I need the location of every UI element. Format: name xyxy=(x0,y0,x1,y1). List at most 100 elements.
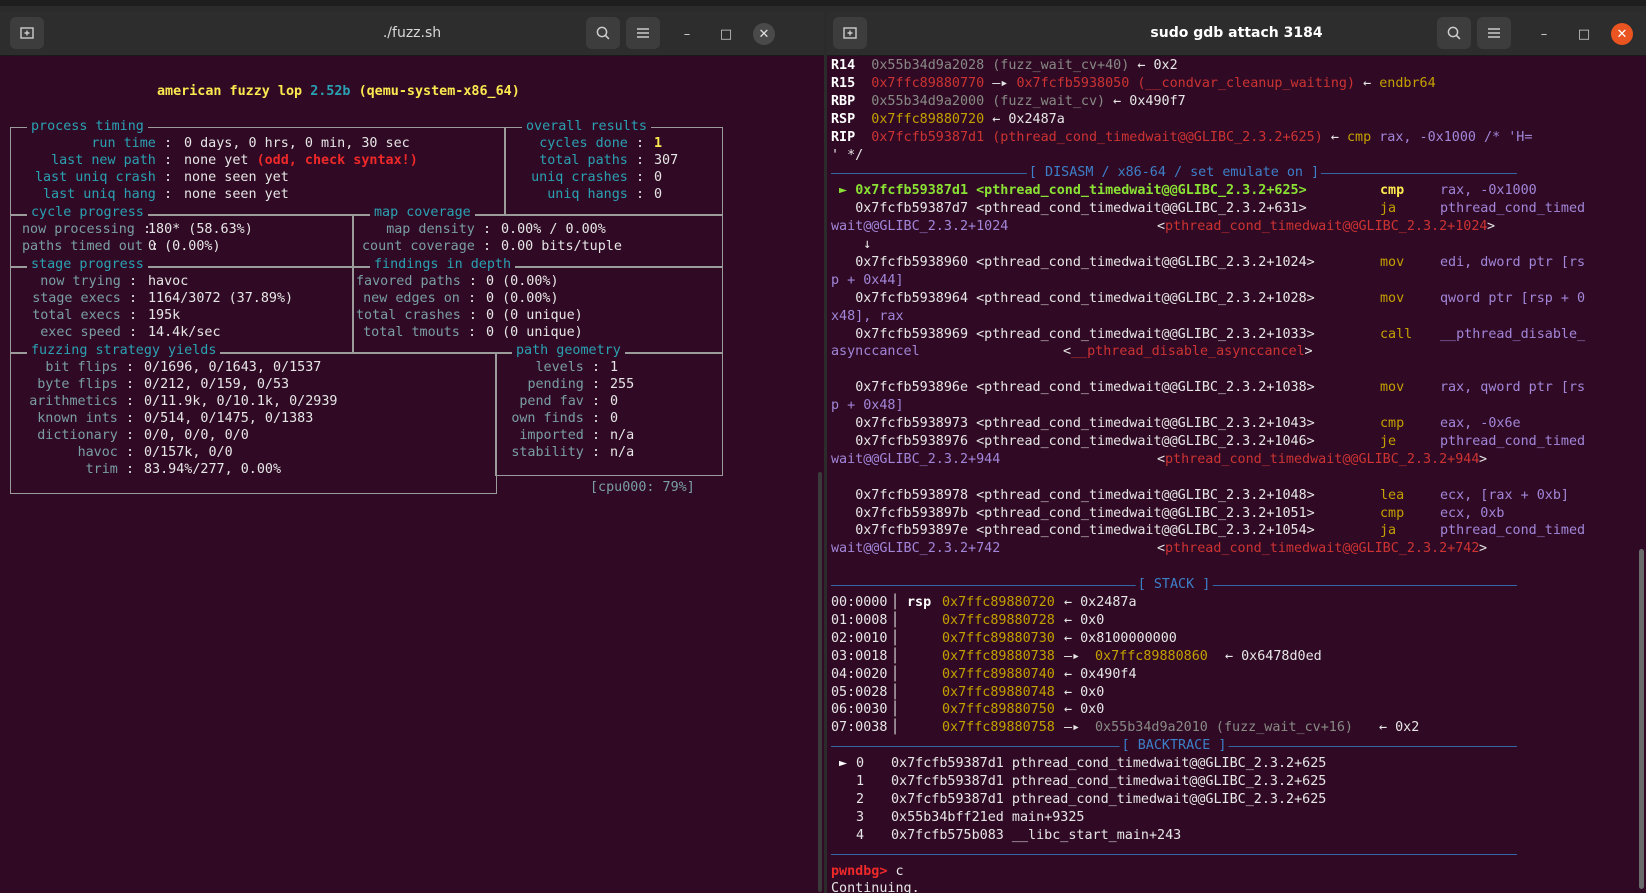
last-uniq-hang-label: last uniq hang : xyxy=(43,187,172,202)
hamburger-menu-icon[interactable] xyxy=(626,17,660,49)
stage-progress-legend: stage progress xyxy=(27,256,148,274)
titlebar[interactable]: sudo gdb attach 3184 – □ ✕ xyxy=(827,12,1646,56)
section-header: [ DISASM / x86-64 / set emulate on ] xyxy=(1026,164,1322,183)
instruction-args-wrap: wait@@GLIBC_2.3.2+742 xyxy=(831,541,1001,557)
blank xyxy=(831,361,839,379)
frame-number: 1 xyxy=(856,774,865,789)
arrow: ← xyxy=(1322,129,1347,145)
maximize-icon[interactable]: □ xyxy=(715,23,737,45)
arrow: ← xyxy=(984,111,1009,127)
stack-value: ← 0x2 xyxy=(1379,720,1420,736)
instruction-op: lea xyxy=(1380,487,1405,503)
text-segment xyxy=(831,792,855,807)
stack-row: 07:0038 │ 0x7ffc89880758 —▸ 0x55b34d9a2010 (… xyxy=(831,719,1419,737)
text-segment: │ xyxy=(891,612,900,628)
stack-offset: 03:0018 xyxy=(831,648,888,664)
disasm-row-wrap: x48], rax xyxy=(831,308,904,326)
total-paths-value: 307 xyxy=(654,153,679,168)
last-new-path-value: none yet (odd, check syntax!) xyxy=(184,153,418,168)
stage-execs-value: 1164/3072 (37.89%) xyxy=(148,291,294,306)
register-name: RIP xyxy=(831,129,856,145)
instruction-args: pthread_cond_timed xyxy=(1440,201,1586,217)
instruction-op: ja xyxy=(1380,201,1397,217)
text-segment xyxy=(831,255,855,270)
backtrace-row: 1 0x7fcfb59387d1 pthread_cond_timedwait@@… xyxy=(831,773,1326,791)
known-ints-value: 0/514, 0/1475, 0/1383 xyxy=(144,411,314,426)
backtrace-row: 2 0x7fcfb59387d1 pthread_cond_timedwait@@… xyxy=(831,791,1326,809)
window-title: sudo gdb attach 3184 xyxy=(1150,25,1323,41)
text-segment: < xyxy=(1157,219,1166,235)
new-tab-icon[interactable] xyxy=(10,17,44,49)
branch-target: __pthread_disable_asynccancel xyxy=(1071,344,1305,360)
terminal-window-afl[interactable]: ./fuzz.sh – □ ✕ american fuzzy lop 2.52b… xyxy=(0,12,824,893)
uniq-hangs-value: 0 xyxy=(654,187,663,202)
register-args: rax, -0x1000 xyxy=(1371,129,1485,145)
register-value: 0x2 xyxy=(1153,58,1178,73)
register-pointer: 0x7fcfb5938050 (__condvar_cleanup_waitin… xyxy=(1016,75,1356,91)
text-segment: > xyxy=(1304,344,1313,360)
total-execs-label: total execs : xyxy=(32,308,137,323)
last-uniq-crash-value: none seen yet xyxy=(184,170,289,185)
run-time-value: 0 days, 0 hrs, 0 min, 30 sec xyxy=(184,136,410,151)
command-line: pwndbg> c xyxy=(831,863,904,881)
exec-speed-value: 14.4k/sec xyxy=(148,325,221,340)
count-coverage-value: 0.00 bits/tuple xyxy=(501,239,622,254)
arrow: —▸ xyxy=(1064,720,1081,736)
total-paths-label: total paths : xyxy=(539,153,644,168)
branch-target: pthread_cond_timedwait@@GLIBC_2.3.2+742 xyxy=(1165,541,1480,557)
backtrace-row-current: ► 0 0x7fcfb59387d1 pthread_cond_timedwait… xyxy=(831,755,1326,773)
instruction-op: je xyxy=(1380,433,1397,449)
trim-label: trim : xyxy=(85,462,134,477)
search-icon[interactable] xyxy=(586,17,620,49)
frame-address: 0x7fcfb59387d1 pthread_cond_timedwait@@G… xyxy=(891,774,1327,789)
text-segment: < xyxy=(1157,541,1166,557)
register-comment: /* 'H= xyxy=(1484,129,1533,145)
titlebar[interactable]: ./fuzz.sh – □ ✕ xyxy=(0,12,824,56)
text-segment xyxy=(831,362,839,377)
instruction-address: 0x7fcfb59387d7 <pthread_cond_timedwait@@… xyxy=(855,201,1307,217)
dictionary-label: dictionary : xyxy=(37,428,134,443)
close-icon[interactable]: ✕ xyxy=(1611,23,1633,45)
disasm-row-wrap: wait@@GLIBC_2.3.2+1024 < pthread_cond_time… xyxy=(831,218,1495,236)
bit-flips-label: bit flips : xyxy=(45,360,134,375)
register-pointer: 0x7ffc89880720 xyxy=(855,111,985,127)
overall-results-legend: overall results xyxy=(522,118,651,136)
stack-register: rsp xyxy=(907,595,932,610)
text-segment xyxy=(831,523,855,538)
maximize-icon[interactable]: □ xyxy=(1573,23,1595,45)
frame-number: 3 xyxy=(856,809,865,825)
instruction-address: 0x7fcfb5938969 <pthread_cond_timedwait@@… xyxy=(855,326,1315,342)
close-icon[interactable]: ✕ xyxy=(753,23,775,45)
register-pointer: 0x7ffc89880770 xyxy=(855,75,985,91)
separator-rule xyxy=(831,853,1517,855)
terminal-window-gdb[interactable]: sudo gdb attach 3184 – □ ✕ R14 0x55b34d9… xyxy=(827,12,1646,893)
instruction-address: 0x7fcfb59387d1 <pthread_cond_timedwait@@… xyxy=(855,183,1307,199)
stack-row: 02:0010 │ 0x7ffc89880730 ← 0x8100000000 xyxy=(831,630,1177,648)
text-segment xyxy=(831,434,855,449)
instruction-op: call xyxy=(1380,326,1413,342)
arrow: ← xyxy=(1129,58,1154,73)
instruction-args-wrap: wait@@GLIBC_2.3.2+944 xyxy=(831,451,1001,467)
dictionary-value: 0/0, 0/0, 0/0 xyxy=(144,428,249,443)
search-icon[interactable] xyxy=(1437,17,1471,49)
disasm-header: [ DISASM / x86-64 / set emulate on ] xyxy=(831,164,1517,183)
register-op: cmp xyxy=(1346,129,1372,145)
disasm-row: 0x7fcfb5938976 <pthread_cond_timedwait@@… xyxy=(831,433,1585,451)
frame-address: 0x7fcfb59387d1 pthread_cond_timedwait@@G… xyxy=(891,756,1327,772)
scrollbar[interactable] xyxy=(1639,549,1644,889)
instruction-args: rax, -0x1000 xyxy=(1440,183,1537,199)
afl-terminal-body[interactable]: american fuzzy lop 2.52b (qemu-system-x8… xyxy=(0,56,824,893)
gdb-terminal-body[interactable]: R14 0x55b34d9a2028 (fuzz_wait_cv+40) ← 0… xyxy=(827,56,1646,893)
scrollbar[interactable] xyxy=(818,472,822,892)
stack-row: 01:0008 │ 0x7ffc89880728 ← 0x0 xyxy=(831,612,1104,630)
map-density-value: 0.00% / 0.00% xyxy=(501,222,606,237)
new-tab-icon[interactable] xyxy=(833,17,867,49)
disasm-row: 0x7fcfb5938960 <pthread_cond_timedwait@@… xyxy=(831,254,1585,272)
hamburger-menu-icon[interactable] xyxy=(1477,17,1511,49)
minimize-icon[interactable]: – xyxy=(1533,23,1555,45)
stack-header: [ STACK ] xyxy=(831,576,1517,594)
text-segment: │ xyxy=(891,702,900,718)
minimize-icon[interactable]: – xyxy=(676,23,698,45)
disasm-row: 0x7fcfb593897b <pthread_cond_timedwait@@… xyxy=(831,505,1504,523)
register-row: R15 0x7ffc89880770 —▸ 0x7fcfb5938050 (__… xyxy=(831,75,1436,93)
